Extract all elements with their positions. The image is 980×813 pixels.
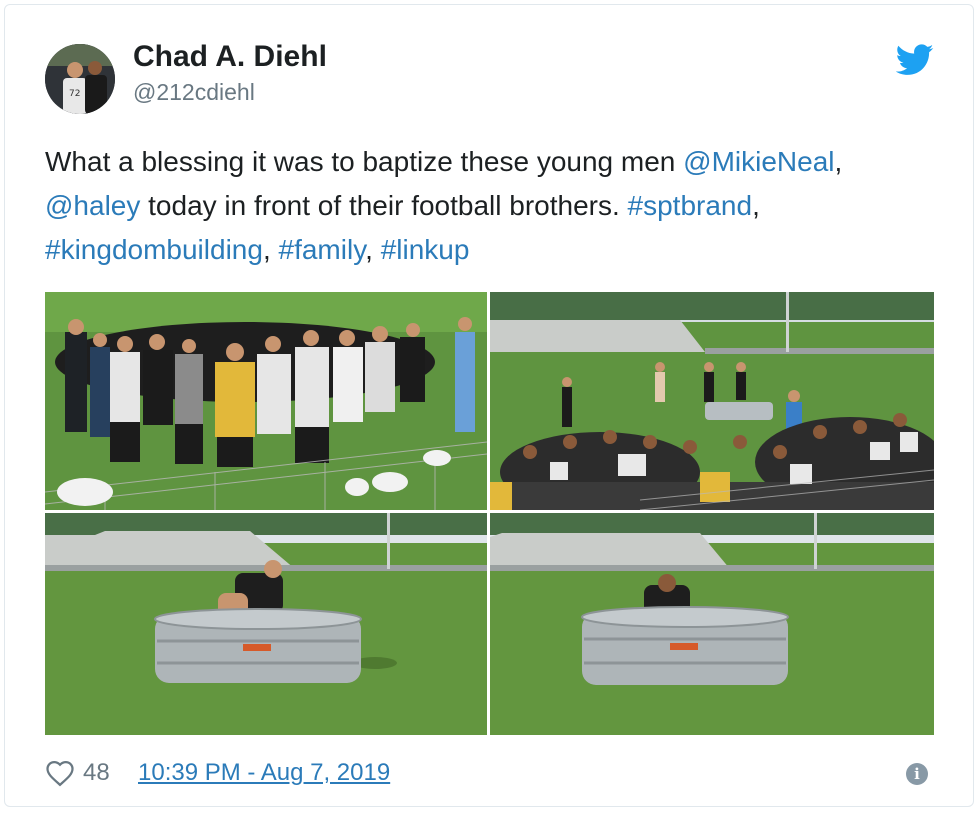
- tweet-text-segment: What a blessing it was to baptize these …: [45, 146, 684, 177]
- heart-icon[interactable]: [45, 759, 75, 787]
- tweet-text-segment: today in front of their football brother…: [140, 190, 628, 221]
- hashtag-link[interactable]: #linkup: [381, 234, 470, 265]
- like-count: 48: [83, 759, 110, 786]
- tweet-photo-baptism-2[interactable]: [490, 513, 934, 735]
- mention-link[interactable]: @MikieNeal: [683, 146, 834, 177]
- hashtag-link[interactable]: #sptbrand: [628, 190, 753, 221]
- hashtag-link[interactable]: #kingdombuilding: [45, 234, 263, 265]
- tweet-text: What a blessing it was to baptize these …: [45, 140, 935, 272]
- info-icon[interactable]: i: [906, 763, 928, 785]
- tweet-text-segment: ,: [752, 190, 760, 221]
- author-avatar[interactable]: 72: [45, 44, 115, 114]
- tweet-text-segment: ,: [365, 234, 381, 265]
- tweet-photo-huddle[interactable]: [45, 292, 487, 510]
- tweet-text-segment: ,: [262, 234, 279, 265]
- twitter-bird-icon[interactable]: [896, 44, 934, 76]
- author-handle[interactable]: @212cdiehl: [133, 79, 255, 106]
- tweet-photo-baptism-1[interactable]: [45, 513, 487, 735]
- author-name[interactable]: Chad A. Diehl: [133, 40, 327, 74]
- tweet-footer: 48 10:39 PM - Aug 7, 2019 i: [45, 757, 935, 791]
- mention-link[interactable]: @haley: [45, 190, 140, 221]
- tweet-text-segment: ,: [834, 146, 843, 177]
- svg-text:72: 72: [69, 89, 80, 99]
- hashtag-link[interactable]: #family: [279, 234, 366, 265]
- avatar-photo: 72: [45, 44, 115, 114]
- tweet-photo-gathering[interactable]: [490, 292, 934, 510]
- tweet-timestamp-link[interactable]: 10:39 PM - Aug 7, 2019: [138, 759, 390, 787]
